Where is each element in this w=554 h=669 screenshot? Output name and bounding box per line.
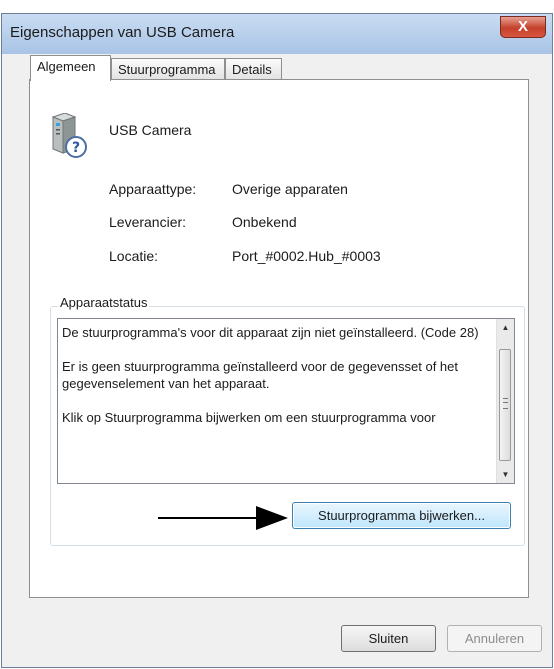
status-scrollbar[interactable]: ▲ ▼ (496, 319, 514, 483)
usb-device-question-icon: ? (51, 113, 87, 158)
screen-top-strip (0, 0, 554, 13)
annotation-arrow-line (158, 517, 258, 519)
manufacturer-label: Leverancier: (109, 214, 187, 230)
close-button[interactable]: Sluiten (341, 625, 436, 652)
tab-details[interactable]: Details (225, 58, 282, 79)
scroll-down-arrow-icon[interactable]: ▼ (497, 466, 514, 483)
tab-stuurprogramma[interactable]: Stuurprogramma (111, 58, 225, 79)
scroll-up-arrow-icon[interactable]: ▲ (497, 319, 514, 336)
close-window-button[interactable]: X (500, 16, 546, 38)
scroll-thumb[interactable] (499, 349, 511, 461)
status-paragraph: Er is geen stuurprogramma geïnstalleerd … (62, 359, 459, 391)
device-status-label: Apparaatstatus (58, 295, 150, 310)
device-type-value: Overige apparaten (232, 181, 348, 197)
status-paragraph: Klik op Stuurprogramma bijwerken om een … (62, 410, 436, 425)
window-title: Eigenschappen van USB Camera (10, 24, 235, 41)
status-paragraph: De stuurprogramma's voor dit apparaat zi… (62, 325, 479, 340)
device-type-label: Apparaattype: (109, 181, 197, 197)
scroll-grip-icon (503, 398, 508, 409)
tab-algemeen[interactable]: Algemeen (30, 55, 111, 81)
annotation-arrow-head-icon (256, 506, 288, 530)
device-status-text: De stuurprogramma's voor dit apparaat zi… (62, 324, 487, 443)
svg-text:?: ? (72, 140, 80, 156)
location-value: Port_#0002.Hub_#0003 (232, 248, 381, 264)
device-status-textbox[interactable]: De stuurprogramma's voor dit apparaat zi… (57, 318, 515, 484)
location-label: Locatie: (109, 248, 159, 264)
cancel-button[interactable]: Annuleren (447, 625, 542, 652)
device-name: USB Camera (109, 122, 192, 138)
title-bar[interactable]: Eigenschappen van USB Camera X (2, 14, 552, 54)
manufacturer-value: Onbekend (232, 214, 297, 230)
update-driver-button[interactable]: Stuurprogramma bijwerken... (292, 502, 511, 529)
